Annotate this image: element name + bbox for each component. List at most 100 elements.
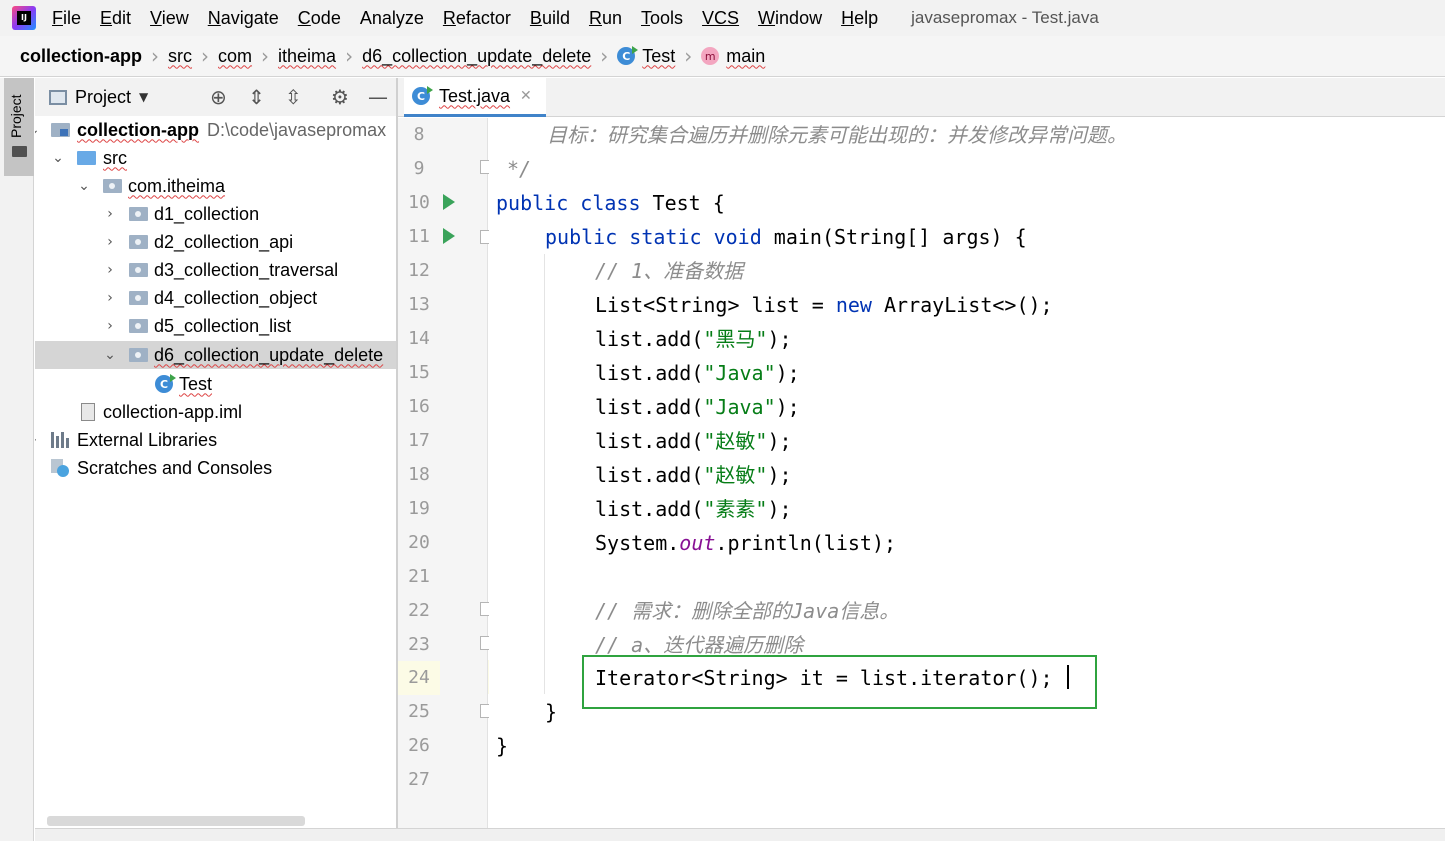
- collapse-all-icon[interactable]: ⇳: [285, 87, 302, 107]
- editor-tab-test-java[interactable]: C Test.java ✕: [404, 78, 546, 117]
- chevron-right-icon[interactable]: ›: [103, 318, 117, 334]
- menu-refactor[interactable]: Refactor: [443, 8, 511, 29]
- menu-vcs[interactable]: VCS: [702, 8, 739, 29]
- menu-bar: IJ File Edit View Navigate Code Analyze …: [0, 0, 1445, 36]
- code-line-12: // 1、准备数据: [595, 259, 744, 283]
- code-editor[interactable]: 目标：研究集合遍历并删除元素可能出现的：并发修改异常问题。 */ public …: [489, 118, 1445, 828]
- editor-tab-bar: C Test.java ✕: [398, 78, 1445, 117]
- chevron-down-icon[interactable]: ⌄: [35, 122, 41, 138]
- line-number: 16: [408, 396, 430, 417]
- project-tree: ⌄ collection-app D:\code\javasepromax ⌄ s…: [35, 116, 397, 828]
- project-view-title[interactable]: Project: [75, 87, 131, 108]
- java-class-icon: C: [155, 374, 176, 393]
- tree-item-folder-selected[interactable]: ⌄ d6_collection_update_delete: [35, 341, 397, 369]
- tree-item-external-libraries[interactable]: › External Libraries: [35, 426, 397, 454]
- module-folder-icon: [51, 123, 70, 137]
- chevron-right-icon[interactable]: ›: [103, 206, 117, 222]
- package-icon: [129, 291, 148, 305]
- breadcrumb-itheima[interactable]: itheima: [278, 46, 336, 67]
- tree-item-folder[interactable]: › d2_collection_api: [35, 228, 397, 256]
- tree-item-folder[interactable]: › d5_collection_list: [35, 312, 397, 340]
- menu-analyze[interactable]: Analyze: [360, 8, 424, 29]
- code-line-16: list.add("Java");: [595, 395, 800, 419]
- menu-help[interactable]: Help: [841, 8, 878, 29]
- editor-tab-label: Test.java: [439, 85, 511, 106]
- hide-icon[interactable]: —: [368, 87, 388, 107]
- breadcrumb-separator-icon: ›: [201, 44, 210, 68]
- line-number: 10: [408, 192, 430, 213]
- horizontal-scrollbar[interactable]: [47, 816, 305, 826]
- menu-file[interactable]: File: [52, 8, 81, 29]
- breadcrumb-separator-icon: ›: [684, 44, 693, 68]
- menu-code[interactable]: Code: [298, 8, 341, 29]
- tree-item-module[interactable]: ⌄ collection-app D:\code\javasepromax: [35, 116, 397, 144]
- tree-item-class[interactable]: C Test: [35, 370, 397, 398]
- window-title: javasepromax - Test.java: [911, 8, 1099, 27]
- module-file-icon: [81, 403, 95, 421]
- chevron-right-icon[interactable]: ›: [35, 432, 41, 448]
- line-number-current: 24: [398, 661, 440, 695]
- menu-window[interactable]: Window: [758, 8, 822, 29]
- breadcrumb-src[interactable]: src: [168, 46, 192, 67]
- project-tool-window-tab[interactable]: Project: [4, 78, 34, 176]
- line-number: 8: [413, 124, 425, 145]
- tree-item-folder[interactable]: › d3_collection_traversal: [35, 256, 397, 284]
- breadcrumb-package[interactable]: d6_collection_update_delete: [362, 46, 591, 67]
- library-icon: [51, 432, 71, 448]
- line-number: 26: [408, 735, 430, 756]
- line-number: 14: [408, 328, 430, 349]
- chevron-down-icon[interactable]: ⌄: [103, 347, 117, 363]
- chevron-right-icon[interactable]: ›: [103, 262, 117, 278]
- package-icon: [129, 235, 148, 249]
- tree-item-package[interactable]: ⌄ com.itheima: [35, 172, 397, 200]
- gear-icon[interactable]: ⚙: [331, 87, 349, 107]
- chevron-down-icon[interactable]: ⌄: [51, 150, 65, 166]
- code-line-17: list.add("赵敏");: [595, 429, 792, 453]
- breadcrumb-com[interactable]: com: [218, 46, 252, 67]
- menu-tools[interactable]: Tools: [641, 8, 683, 29]
- chevron-down-icon[interactable]: ▼: [139, 90, 148, 104]
- line-number: 22: [408, 600, 430, 621]
- chevron-down-icon[interactable]: ⌄: [77, 178, 91, 194]
- code-line-10: public class Test {: [496, 191, 725, 215]
- scratches-icon: [51, 459, 69, 477]
- breadcrumb-class[interactable]: C Test: [617, 46, 675, 67]
- tree-item-folder[interactable]: › d4_collection_object: [35, 284, 397, 312]
- code-line-9: */: [507, 157, 532, 181]
- chevron-right-icon[interactable]: ›: [103, 234, 117, 250]
- breadcrumb-separator-icon: ›: [600, 44, 609, 68]
- code-line-20: System.out.println(list);: [595, 531, 897, 555]
- text-caret: [1067, 665, 1069, 689]
- tree-item-iml[interactable]: collection-app.iml: [35, 398, 397, 426]
- menu-navigate[interactable]: Navigate: [208, 8, 279, 29]
- menu-build[interactable]: Build: [530, 8, 570, 29]
- chevron-right-icon[interactable]: ›: [103, 290, 117, 306]
- menu-view[interactable]: View: [150, 8, 189, 29]
- folder-icon: [12, 146, 27, 157]
- package-icon: [103, 179, 122, 193]
- locate-file-icon[interactable]: ⊕: [210, 87, 227, 107]
- bottom-scrollbar: [35, 828, 1445, 841]
- line-number: 9: [413, 158, 425, 179]
- breadcrumb-separator-icon: ›: [345, 44, 354, 68]
- line-number: 25: [408, 701, 430, 722]
- line-number: 15: [408, 362, 430, 383]
- expand-all-icon[interactable]: ⇕: [248, 87, 265, 107]
- tree-item-folder[interactable]: › d1_collection: [35, 200, 397, 228]
- line-number: 12: [408, 260, 430, 281]
- line-number: 18: [408, 464, 430, 485]
- menu-run[interactable]: Run: [589, 8, 622, 29]
- line-number: 17: [408, 430, 430, 451]
- line-number: 27: [408, 769, 430, 790]
- intellij-logo-icon: IJ: [12, 6, 36, 30]
- breadcrumb-method[interactable]: m main: [701, 46, 765, 67]
- run-main-icon[interactable]: [443, 228, 455, 244]
- run-class-icon[interactable]: [443, 194, 455, 210]
- line-number: 19: [408, 498, 430, 519]
- tree-item-src[interactable]: ⌄ src: [35, 144, 397, 172]
- menu-edit[interactable]: Edit: [100, 8, 131, 29]
- breadcrumb-project[interactable]: collection-app: [20, 46, 142, 67]
- close-icon[interactable]: ✕: [520, 88, 532, 104]
- project-tab-label: Project: [8, 94, 24, 138]
- tree-item-scratches[interactable]: Scratches and Consoles: [35, 454, 397, 482]
